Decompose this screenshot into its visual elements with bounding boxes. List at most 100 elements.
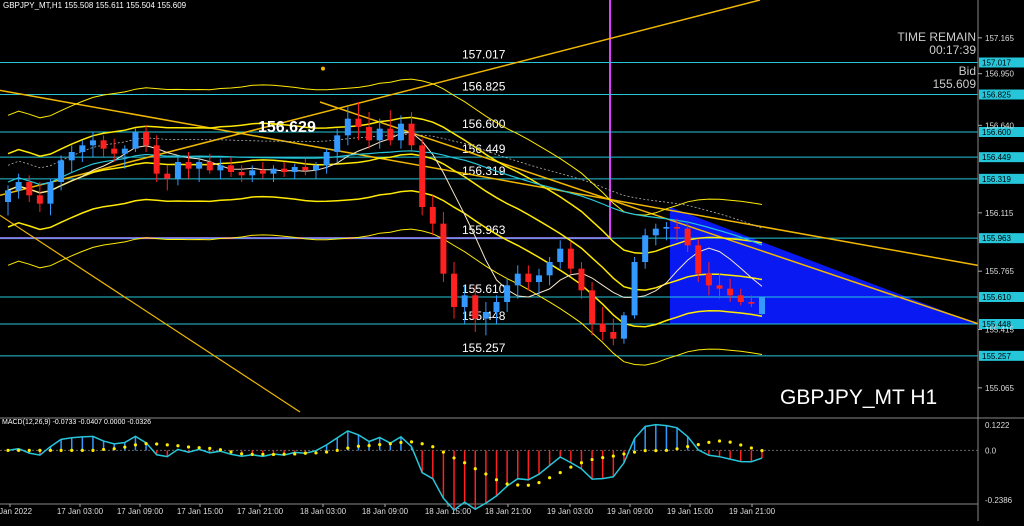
bid-label: Bid: [958, 64, 976, 78]
macd-signal-dot: [314, 451, 318, 455]
macd-signal-dot: [80, 448, 84, 453]
x-tick-label: 17 Jan 21:00: [237, 507, 284, 516]
macd-signal-dot: [463, 461, 467, 465]
macd-signal-dot: [133, 443, 138, 447]
macd-signal-dot: [484, 472, 488, 476]
candle-body: [270, 168, 277, 174]
macd-signal-dot: [112, 447, 116, 451]
macd-signal-dot: [250, 452, 254, 456]
macd-signal-dot: [601, 456, 605, 460]
candle-body: [482, 312, 489, 319]
y-tick-label: 155.765: [985, 267, 1014, 276]
candle-body: [472, 295, 479, 319]
macd-signal-dot: [261, 452, 265, 456]
ma-mid: [7, 153, 763, 291]
x-tick-label: 18 Jan 03:00: [300, 507, 347, 516]
macd-tick-label: 0.1222: [985, 421, 1010, 430]
candle-body: [58, 160, 65, 182]
macd-signal-dot: [558, 470, 562, 475]
ohlc-readout: GBPJPY_MT,H1 155.508 155.611 155.504 155…: [3, 1, 187, 10]
macd-signal-dot: [579, 461, 584, 465]
level-label: 155.610: [462, 282, 506, 296]
x-tick-label: 18 Jan 21:00: [485, 507, 532, 516]
candle-body: [525, 273, 532, 282]
macd-signal-dot: [155, 442, 159, 446]
macd-signal-dot: [569, 465, 573, 469]
macd-signal-dot: [38, 448, 42, 453]
macd-signal-dot: [632, 450, 637, 454]
candle-body: [397, 123, 404, 141]
macd-signal-dot: [696, 443, 700, 447]
candle-body: [206, 162, 213, 171]
macd-signal-dot: [548, 476, 552, 480]
macd-signal-dot: [654, 449, 658, 453]
candle-body: [461, 295, 468, 307]
candle-body: [631, 262, 638, 316]
x-tick-label: 18 Jan 15:00: [425, 507, 472, 516]
candle-body: [546, 262, 553, 276]
swing-marker: [321, 66, 325, 71]
level-label: 156.449: [462, 142, 506, 156]
macd-signal-dot: [48, 448, 53, 453]
marked-high-label: 156.629: [258, 119, 316, 136]
macd-signal-dot: [409, 440, 414, 444]
candle-body: [238, 172, 245, 176]
candle-body: [514, 273, 521, 286]
macd-signal-dot: [399, 440, 403, 445]
level-tag-label: 155.257: [982, 352, 1011, 361]
candle-body: [610, 332, 617, 339]
y-tick-label: 157.165: [985, 34, 1014, 43]
macd-line: [7, 423, 763, 512]
macd-signal-dot: [91, 448, 95, 453]
macd-signal-dot: [388, 442, 392, 446]
macd-signal-dot: [420, 442, 424, 446]
price-chart: 157.017157.017156.825156.825156.600156.6…: [0, 0, 1024, 521]
candle-body: [366, 127, 373, 141]
macd-signal-dot: [494, 478, 499, 482]
macd-signal-dot: [441, 450, 446, 454]
candle-body: [302, 167, 309, 171]
macd-label: MACD(12,26,9) -0.0733 -0.0407 0.0000 -0.…: [2, 419, 152, 426]
candle-body: [323, 152, 330, 166]
candle-body: [599, 323, 606, 332]
macd-signal-dot: [59, 448, 63, 453]
macd-signal-dot: [123, 445, 127, 449]
x-tick-label: 14 Jan 2022: [0, 507, 33, 516]
macd-signal-dot: [739, 443, 743, 447]
candle-body: [15, 182, 22, 191]
candle-body: [143, 132, 150, 146]
candle-body: [5, 190, 11, 202]
macd-signal-dot: [728, 440, 732, 444]
macd-signal-dot: [6, 448, 10, 453]
candle-body: [228, 165, 235, 172]
macd-signal-dot: [346, 446, 350, 450]
macd-signal-dot: [293, 452, 297, 456]
macd-signal-dot: [303, 451, 307, 455]
macd-signal-dot: [335, 448, 339, 452]
candle-body: [642, 235, 649, 262]
candle-body: [684, 228, 691, 246]
candle-body: [727, 288, 734, 296]
level-label: 155.257: [462, 341, 506, 355]
macd-signal-dot: [165, 443, 169, 447]
candle-body: [259, 170, 266, 174]
candle-body: [312, 165, 319, 171]
candle-body: [589, 290, 596, 324]
macd-signal-dot: [378, 443, 382, 447]
macd-signal-dot: [473, 467, 477, 471]
candle-body: [504, 285, 511, 302]
macd-signal-dot: [717, 439, 722, 443]
macd-signal-dot: [101, 447, 106, 452]
macd-signal-dot: [144, 442, 148, 446]
level-tag-label: 156.319: [982, 175, 1011, 184]
macd-signal-dot: [516, 483, 520, 487]
candle-body: [408, 123, 415, 146]
macd-signal-dot: [590, 457, 594, 462]
candle-body: [429, 207, 436, 224]
macd-signal-dot: [643, 448, 647, 453]
level-label: 156.319: [462, 164, 506, 178]
x-tick-label: 17 Jan 15:00: [177, 507, 224, 516]
candle-body: [79, 145, 86, 152]
macd-signal-dot: [707, 440, 711, 444]
candle-body: [674, 227, 681, 229]
